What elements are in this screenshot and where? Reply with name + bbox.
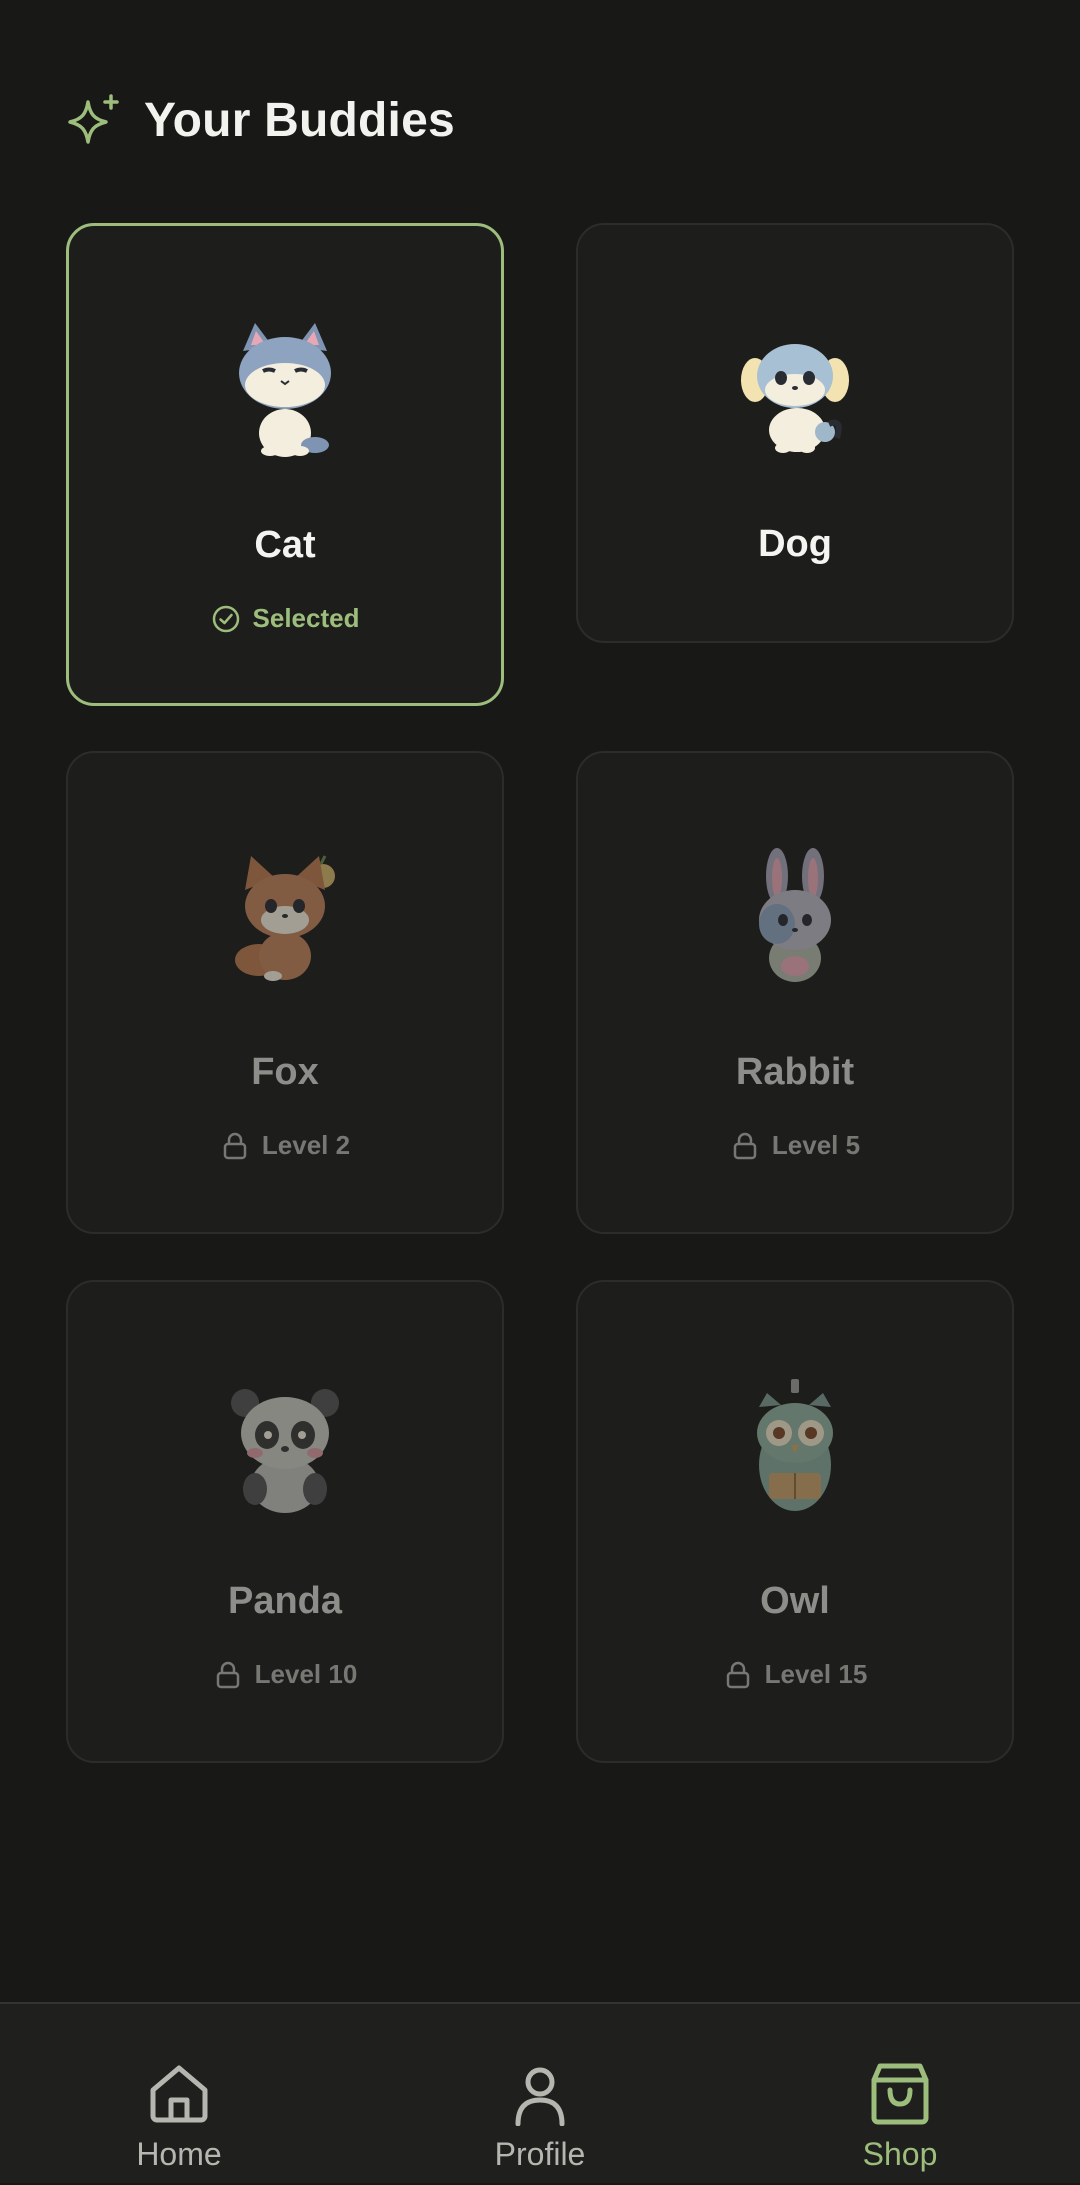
nav-label: Shop — [862, 2136, 938, 2172]
nav-label: Profile — [494, 2136, 586, 2172]
buddy-name: Dog — [758, 523, 832, 565]
buddy-name: Owl — [760, 1580, 830, 1622]
buddy-name: Rabbit — [735, 1051, 855, 1093]
buddy-card-panda[interactable]: Panda Level 10 — [66, 1280, 504, 1763]
unlock-level: Level 5 — [771, 1130, 861, 1160]
buddy-card-rabbit[interactable]: Rabbit Level 5 — [576, 751, 1014, 1234]
locked-badge: Level 10 — [68, 1659, 502, 1690]
buddy-name: Panda — [227, 1580, 343, 1622]
cat-image — [239, 323, 331, 457]
status-label: Selected — [252, 603, 360, 633]
lock-icon — [726, 1661, 749, 1688]
lock-icon — [733, 1132, 757, 1159]
shopping-bag-icon — [871, 2063, 929, 2125]
bottom-navigation: Home Profile Shop — [0, 2002, 1080, 2183]
buddy-card-cat[interactable]: Cat Selected — [66, 223, 504, 706]
lock-icon — [223, 1132, 247, 1159]
lock-icon — [216, 1661, 239, 1688]
buddy-card-fox[interactable]: Fox Level 2 — [66, 751, 504, 1234]
nav-label: Home — [136, 2136, 222, 2172]
unlock-level: Level 10 — [254, 1659, 358, 1689]
profile-icon — [515, 2067, 565, 2126]
buddy-card-dog[interactable]: Dog — [576, 223, 1014, 643]
nav-profile[interactable]: Profile — [440, 2004, 640, 2185]
buddy-name: Fox — [251, 1051, 319, 1093]
page-title: Your Buddies — [144, 93, 455, 147]
home-icon — [150, 2065, 208, 2123]
page-header: Your Buddies — [66, 88, 455, 152]
selected-badge: Selected — [69, 603, 501, 634]
panda-image — [231, 1389, 339, 1513]
locked-badge: Level 15 — [578, 1659, 1012, 1690]
nav-home[interactable]: Home — [79, 2004, 279, 2185]
unlock-level: Level 15 — [764, 1659, 868, 1689]
locked-badge: Level 2 — [68, 1130, 502, 1161]
fox-image — [235, 855, 335, 981]
buddy-name: Cat — [254, 524, 316, 566]
check-circle-icon — [212, 605, 239, 632]
sparkle-icon — [68, 94, 119, 144]
rabbit-image — [759, 848, 831, 982]
owl-image — [757, 1379, 833, 1511]
locked-badge: Level 5 — [578, 1130, 1012, 1161]
nav-shop[interactable]: Shop — [800, 2004, 1000, 2185]
buddy-card-owl[interactable]: Owl Level 15 — [576, 1280, 1014, 1763]
unlock-level: Level 2 — [261, 1130, 351, 1160]
dog-image — [741, 344, 849, 453]
